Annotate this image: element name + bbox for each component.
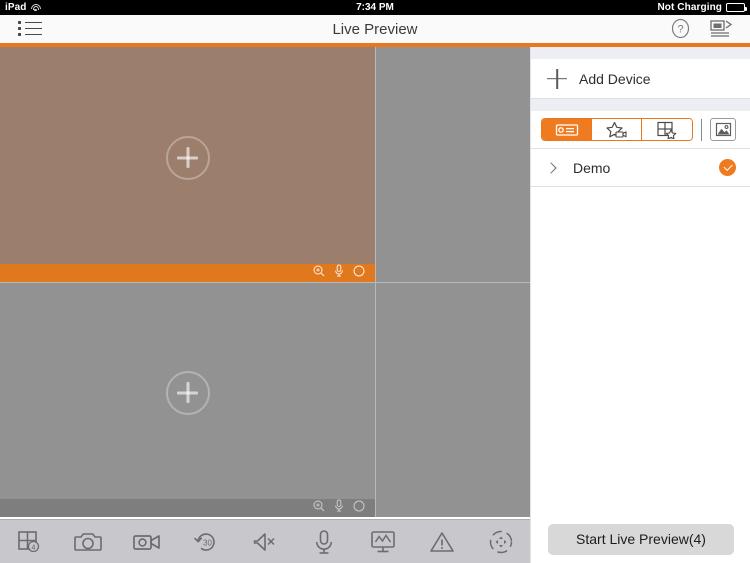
start-live-preview-button[interactable]: Start Live Preview(4) xyxy=(548,523,734,555)
device-stream-icon xyxy=(710,19,733,37)
battery-status-text: Not Charging xyxy=(657,2,722,13)
navigation-actions: ? xyxy=(670,18,734,44)
record-button[interactable] xyxy=(118,520,177,563)
grid-divider-horizontal xyxy=(0,282,530,283)
segment-favorites[interactable] xyxy=(592,119,642,140)
snapshot-button[interactable] xyxy=(59,520,118,563)
page-title: Live Preview xyxy=(332,20,418,38)
device-sidebar: Add Device Demo Start Live Preview(4) xyxy=(530,47,750,563)
division-count-badge: 4 xyxy=(32,544,36,551)
cell-bottom-left-toolbar xyxy=(0,499,375,517)
zoom-in-icon[interactable] xyxy=(313,499,325,517)
device-name: Demo xyxy=(573,159,611,176)
quality-button[interactable] xyxy=(353,520,412,563)
cell-bottom-left[interactable] xyxy=(0,283,375,517)
microphone-icon xyxy=(315,529,332,554)
cell-bottom-right[interactable] xyxy=(376,283,530,517)
warning-triangle-icon xyxy=(429,531,454,552)
bottom-toolbar: 4 30 xyxy=(0,519,530,563)
device-stream-button[interactable] xyxy=(710,19,734,44)
camera-icon xyxy=(74,532,103,551)
monitor-graph-icon xyxy=(370,530,395,552)
plus-icon xyxy=(547,69,567,89)
picture-icon xyxy=(715,122,731,137)
sidebar-segmented-bar xyxy=(531,111,750,149)
window-division-4-icon: 4 xyxy=(18,530,40,552)
add-channel-plus-icon xyxy=(165,371,210,415)
microphone-icon[interactable] xyxy=(334,264,344,282)
cell-top-left-placeholder[interactable] xyxy=(0,47,375,268)
segmented-divider xyxy=(701,118,702,141)
cell-bottom-left-placeholder[interactable] xyxy=(0,283,375,503)
start-preview-area: Start Live Preview(4) xyxy=(531,515,750,563)
app-root: iPad 7:34 PM Not Charging Live Preview ?… xyxy=(0,0,750,563)
two-way-audio-button[interactable] xyxy=(294,520,353,563)
status-bar-right: Not Charging xyxy=(657,2,747,13)
zoom-in-icon[interactable] xyxy=(313,264,325,282)
svg-text:?: ? xyxy=(677,24,683,36)
rewind-30-icon: 30 xyxy=(194,532,215,551)
battery-icon xyxy=(726,3,747,12)
alarm-button[interactable] xyxy=(412,520,471,563)
grid-star-icon xyxy=(657,121,677,139)
ios-status-bar: iPad 7:34 PM Not Charging xyxy=(0,0,750,15)
help-button[interactable]: ? xyxy=(670,18,691,44)
cell-top-left[interactable] xyxy=(0,47,375,282)
check-badge-icon[interactable] xyxy=(719,159,736,176)
circle-icon[interactable] xyxy=(353,499,365,517)
add-channel-plus-icon xyxy=(165,135,210,180)
star-camera-icon xyxy=(605,121,627,138)
ptz-button[interactable] xyxy=(471,520,530,563)
add-device-row[interactable]: Add Device xyxy=(531,59,750,99)
sidebar-gap-mid xyxy=(531,99,750,111)
device-row-demo[interactable]: Demo xyxy=(531,149,750,187)
ptz-circle-icon xyxy=(489,530,512,553)
view-mode-segmented-control xyxy=(541,118,693,141)
speaker-mute-icon xyxy=(253,532,275,551)
chevron-right-icon xyxy=(545,161,557,174)
sidebar-gap-top xyxy=(531,47,750,59)
live-preview-grid xyxy=(0,47,530,517)
circle-icon[interactable] xyxy=(353,264,365,282)
audio-button[interactable] xyxy=(236,520,295,563)
instant-playback-button[interactable]: 30 xyxy=(177,520,236,563)
video-record-icon xyxy=(133,534,161,550)
navigation-bar: Live Preview ? xyxy=(0,15,750,43)
help-question-icon: ? xyxy=(671,18,690,39)
segment-custom-view[interactable] xyxy=(642,119,692,140)
status-bar-time: 7:34 PM xyxy=(356,2,394,13)
cell-top-right[interactable] xyxy=(376,47,530,282)
add-device-label: Add Device xyxy=(579,70,651,87)
picture-button[interactable] xyxy=(710,118,736,141)
playback-seconds-badge: 30 xyxy=(203,538,212,547)
microphone-icon[interactable] xyxy=(334,499,344,517)
segment-device-list[interactable] xyxy=(542,119,592,140)
window-division-button[interactable]: 4 xyxy=(0,520,59,563)
device-nvr-icon xyxy=(555,123,578,136)
cell-top-left-toolbar xyxy=(0,264,375,282)
